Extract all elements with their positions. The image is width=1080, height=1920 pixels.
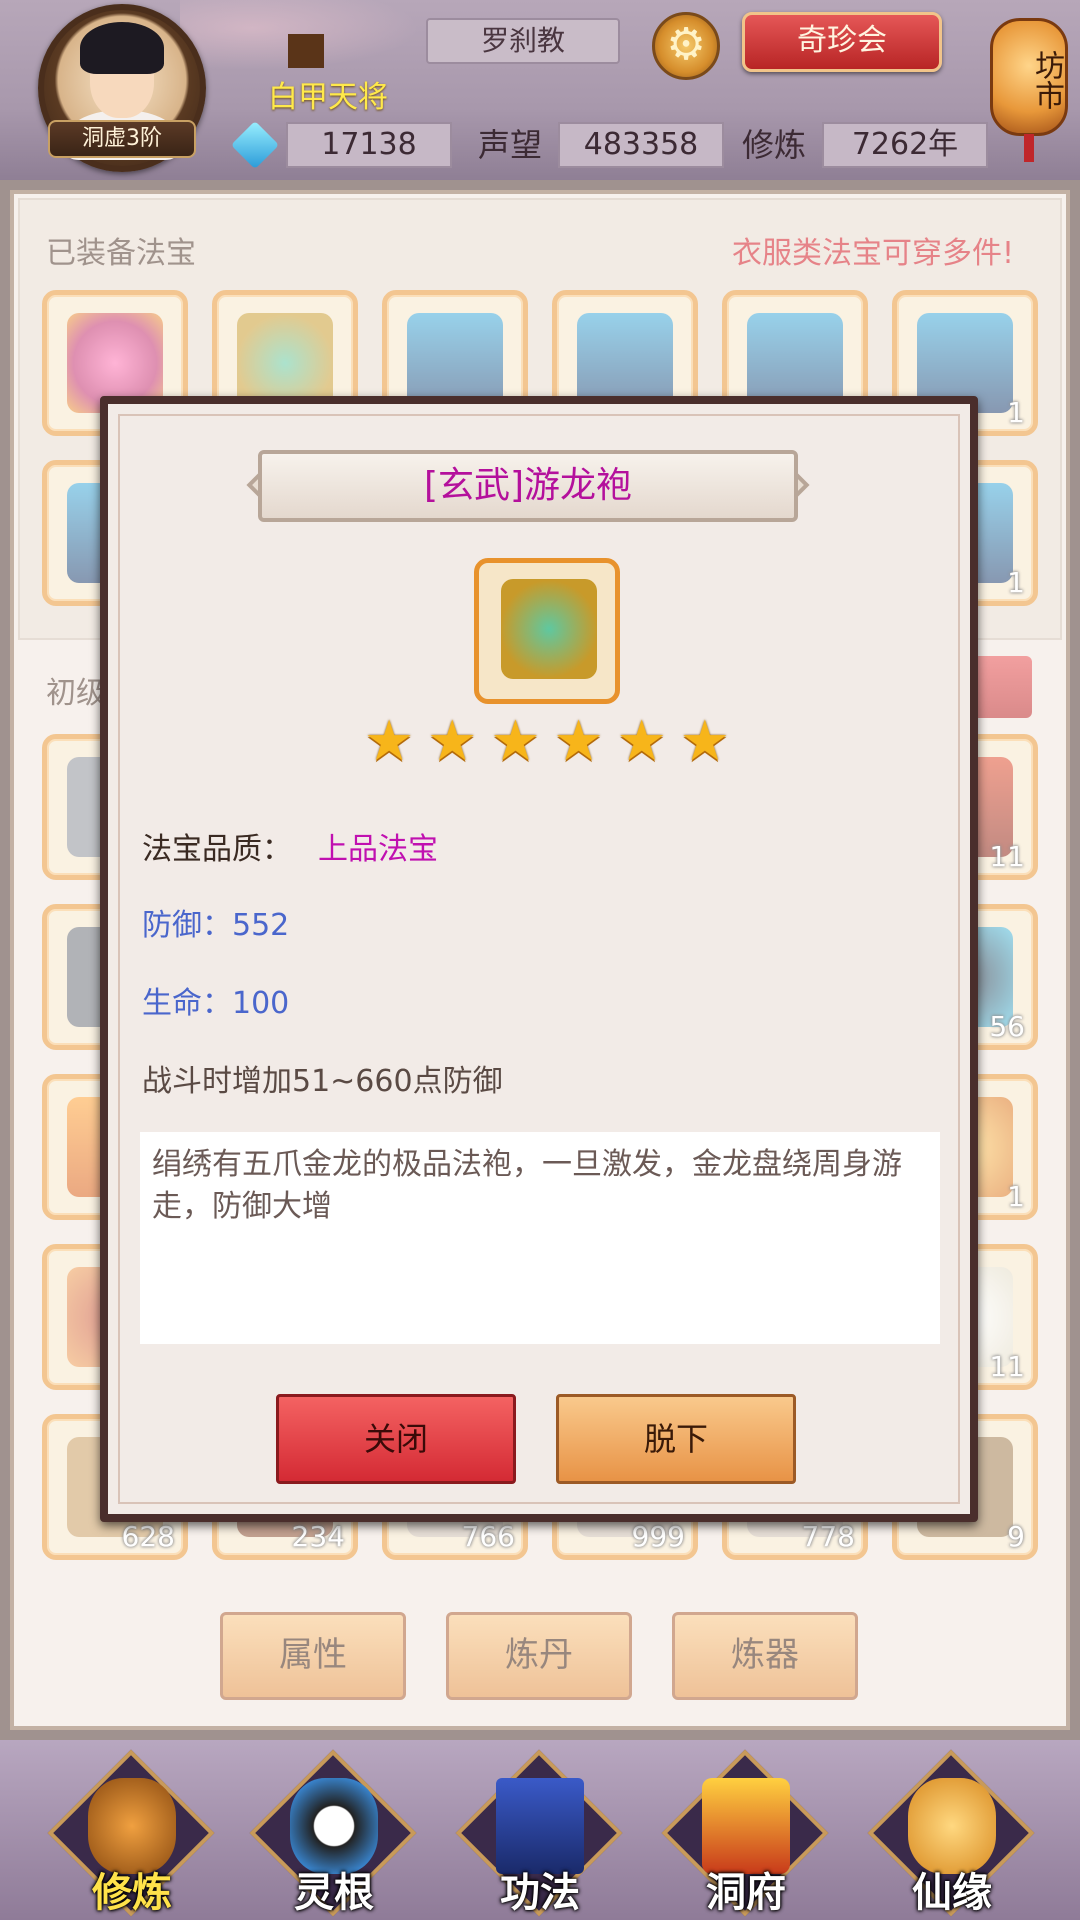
star-icon: ★ xyxy=(679,709,730,774)
unequip-button[interactable]: 脱下 xyxy=(556,1394,796,1484)
player-name: 白甲天将 xyxy=(268,80,388,115)
nav-techniques[interactable]: 功法 xyxy=(455,1749,623,1917)
nav-fate[interactable]: 仙缘 xyxy=(867,1749,1035,1917)
hp-stat: 生命：100 xyxy=(142,986,290,1021)
avatar-hair xyxy=(80,22,164,74)
nav-label: 修炼 xyxy=(92,1870,172,1916)
lantern-tassel xyxy=(1024,134,1034,162)
star-icon: ★ xyxy=(364,709,415,774)
close-button[interactable]: 关闭 xyxy=(276,1394,516,1484)
nav-label: 灵根 xyxy=(294,1870,374,1916)
star-icon: ★ xyxy=(616,709,667,774)
cultivation-label: 修炼 xyxy=(742,126,807,164)
star-rating: ★ ★ ★ ★ ★ ★ xyxy=(364,712,730,772)
gear-icon: ⚙ xyxy=(666,19,706,70)
star-icon: ★ xyxy=(553,709,604,774)
item-description: 绢绣有五爪金龙的极品法袍，一旦激发，金龙盘绕周身游走，防御大增 xyxy=(140,1132,940,1344)
armor-icon xyxy=(501,579,597,679)
star-icon: ★ xyxy=(490,709,541,774)
status-marker xyxy=(288,34,324,68)
settings-button[interactable]: ⚙ xyxy=(652,12,720,80)
star-icon: ★ xyxy=(427,709,478,774)
item-detail-dialog: [玄武]游龙袍 ★ ★ ★ ★ ★ ★ 法宝品质： 上品法宝 防御：552 生命… xyxy=(100,396,978,1522)
treasure-fair-button[interactable]: 奇珍会 xyxy=(742,12,942,72)
nav-spirit-root[interactable]: 灵根 xyxy=(249,1749,417,1917)
defense-stat: 防御：552 xyxy=(142,908,290,943)
nav-cultivate[interactable]: 修炼 xyxy=(47,1749,215,1917)
market-lantern-button[interactable]: 坊市 xyxy=(990,4,1068,162)
sect-name[interactable]: 罗刹教 xyxy=(426,18,620,64)
quality-value: 上品法宝 xyxy=(318,832,438,867)
battle-effect: 战斗时增加51~660点防御 xyxy=(142,1064,503,1099)
item-icon-slot xyxy=(474,558,620,704)
nav-label: 功法 xyxy=(500,1870,580,1916)
rank-badge: 洞虚3阶 xyxy=(48,120,196,158)
nav-label: 仙缘 xyxy=(912,1870,992,1916)
reputation-label: 声望 xyxy=(478,126,543,164)
item-title: [玄武]游龙袍 xyxy=(423,465,633,506)
spirit-stone-value: 17138 xyxy=(286,122,452,168)
market-label: 坊市 xyxy=(1029,50,1064,110)
reputation-value: 483358 xyxy=(558,122,724,168)
cultivation-value: 7262年 xyxy=(822,122,988,168)
nav-label: 洞府 xyxy=(706,1870,786,1916)
nav-cave[interactable]: 洞府 xyxy=(661,1749,829,1917)
quality-label: 法宝品质： xyxy=(142,832,292,867)
